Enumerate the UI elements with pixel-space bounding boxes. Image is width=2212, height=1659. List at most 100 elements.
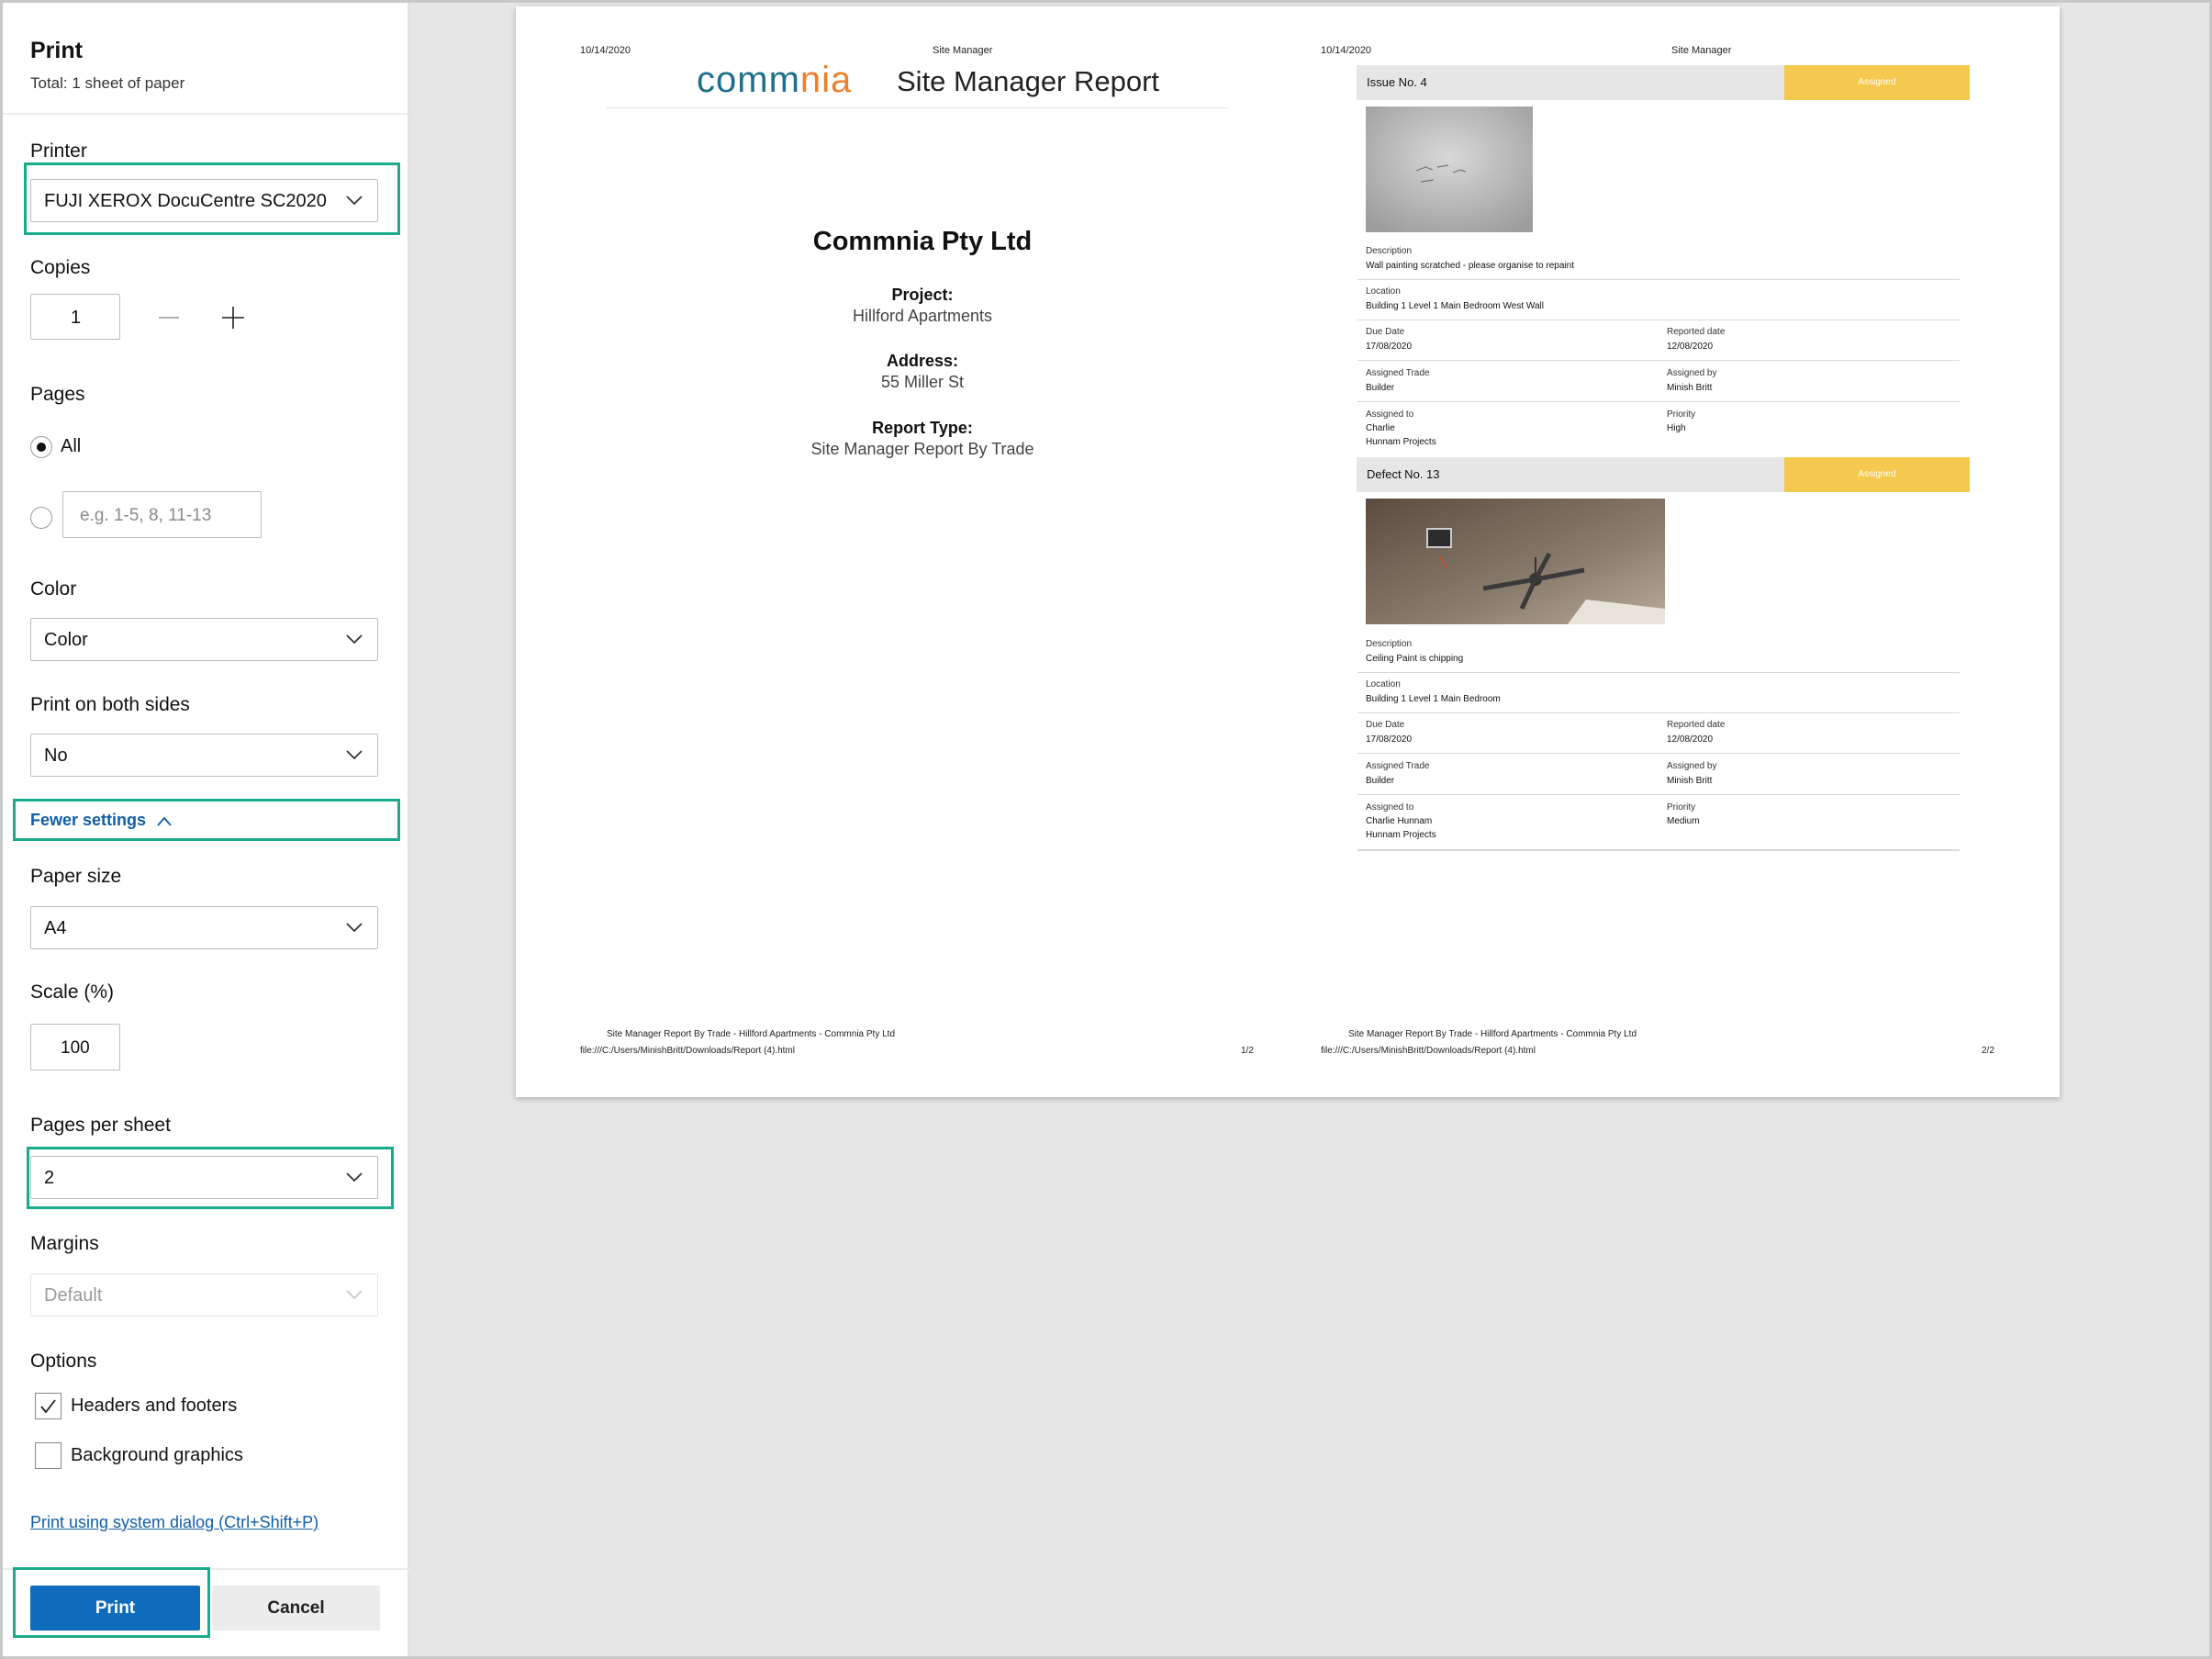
system-dialog-link[interactable]: Print using system dialog (Ctrl+Shift+P) <box>30 1513 318 1532</box>
printer-select[interactable]: FUJI XEROX DocuCentre SC2020 <box>30 179 378 222</box>
issue-trade-label: Assigned Trade <box>1366 368 1430 378</box>
page2-date: 10/14/2020 <box>1321 45 1372 56</box>
report-type-label: Report Type: <box>872 419 973 437</box>
chevron-down-icon <box>346 1290 363 1300</box>
copies-input[interactable]: 1 <box>30 294 120 340</box>
report-type-value: Site Manager Report By Trade <box>810 440 1034 458</box>
divider <box>1357 401 1960 402</box>
sheet-total: Total: 1 sheet of paper <box>30 74 185 92</box>
chevron-down-icon <box>346 196 363 206</box>
increment-icon[interactable] <box>220 305 246 331</box>
issue-assigned-company: Hunnam Projects <box>1366 437 1436 447</box>
pages-per-sheet-label: Pages per sheet <box>30 1115 171 1136</box>
page1-date: 10/14/2020 <box>580 45 631 56</box>
defect-description-label: Description <box>1366 639 1413 649</box>
defect-location-label: Location <box>1366 679 1401 689</box>
chevron-down-icon <box>346 1172 363 1183</box>
printer-label: Printer <box>30 140 87 162</box>
copies-label: Copies <box>30 257 91 278</box>
divider <box>1357 319 1960 320</box>
pages-all-label: All <box>61 436 82 456</box>
defect-trade: Builder <box>1366 776 1395 786</box>
issue-photo <box>1366 106 1533 232</box>
margins-label: Margins <box>30 1233 99 1254</box>
issue-due: 17/08/2020 <box>1366 342 1413 352</box>
page2-footer-title: Site Manager Report By Trade - Hillford … <box>1348 1029 1637 1039</box>
print-settings-panel: Print Total: 1 sheet of paper Printer FU… <box>3 3 409 1656</box>
defect-photo <box>1366 499 1665 624</box>
print-preview-sheet: 10/14/2020 Site Manager commnia Site Man… <box>516 6 2060 1097</box>
dialog-title: Print <box>30 38 83 63</box>
paper-size-label: Paper size <box>30 866 122 887</box>
pages-range-input[interactable]: e.g. 1-5, 8, 11-13 <box>62 491 262 538</box>
issue-priority-label: Priority <box>1667 409 1696 420</box>
issue-description: Wall painting scratched - please organis… <box>1366 261 1574 271</box>
defect-priority: Medium <box>1667 816 1700 826</box>
color-select[interactable]: Color <box>30 618 378 661</box>
divider <box>1357 360 1960 361</box>
chevron-up-icon <box>157 816 172 826</box>
pages-per-sheet-select[interactable]: 2 <box>30 1156 378 1199</box>
background-graphics-label: Background graphics <box>71 1445 243 1465</box>
pages-all-radio[interactable] <box>30 436 52 458</box>
issue-assigned-by: Minish Britt <box>1667 383 1713 393</box>
defect-trade-label: Assigned Trade <box>1366 761 1430 771</box>
issue-trade: Builder <box>1366 383 1395 393</box>
checkmark-icon <box>40 1399 56 1414</box>
defect-reported: 12/08/2020 <box>1667 734 1714 745</box>
divider <box>1357 849 1960 851</box>
commnia-logo: commnia <box>697 60 852 101</box>
scale-label: Scale (%) <box>30 981 115 1003</box>
defect-assigned-by: Minish Britt <box>1667 776 1713 786</box>
divider <box>3 113 409 115</box>
issue-due-label: Due Date <box>1366 327 1405 337</box>
paper-size-value: A4 <box>44 918 67 938</box>
paper-size-select[interactable]: A4 <box>30 906 378 949</box>
defect-status-badge: Assigned <box>1784 457 1970 492</box>
pages-range-placeholder: e.g. 1-5, 8, 11-13 <box>80 506 212 525</box>
address-label: Address: <box>886 352 959 370</box>
page2-footer-url: file:///C:/Users/MinishBritt/Downloads/R… <box>1321 1046 1536 1056</box>
headers-footers-label: Headers and footers <box>71 1396 238 1416</box>
divider <box>1357 672 1960 673</box>
scale-input[interactable]: 100 <box>30 1024 120 1071</box>
issue-header: Issue No. 4 Assigned <box>1357 65 1970 100</box>
decrement-icon[interactable] <box>156 307 182 329</box>
color-value: Color <box>44 630 88 650</box>
divider <box>1357 753 1960 754</box>
defect-assigned-by-label: Assigned by <box>1667 761 1717 771</box>
title-divider <box>606 107 1228 108</box>
divider <box>1357 279 1960 280</box>
issue-location-label: Location <box>1366 286 1401 297</box>
duplex-select[interactable]: No <box>30 734 378 777</box>
issue-name: Issue No. 4 <box>1367 75 1427 89</box>
project-value: Hillford Apartments <box>852 307 993 325</box>
defect-due-label: Due Date <box>1366 720 1405 730</box>
pages-label: Pages <box>30 384 85 405</box>
company-name: Commnia Pty Ltd <box>812 227 1033 256</box>
print-button[interactable]: Print <box>30 1586 200 1631</box>
cancel-button[interactable]: Cancel <box>212 1586 380 1631</box>
issue-location: Building 1 Level 1 Main Bedroom West Wal… <box>1366 301 1544 311</box>
margins-select: Default <box>30 1273 378 1317</box>
page2-header-title: Site Manager <box>1671 45 1732 56</box>
page1-number: 1/2 <box>1241 1046 1254 1056</box>
headers-footers-checkbox[interactable] <box>35 1393 61 1419</box>
copies-value: 1 <box>71 308 82 328</box>
scale-value: 100 <box>61 1038 90 1058</box>
address-value: 55 Miller St <box>880 373 965 391</box>
fewer-settings-toggle[interactable]: Fewer settings <box>30 811 173 830</box>
defect-assigned-to-label: Assigned to <box>1366 802 1414 813</box>
pages-per-sheet-value: 2 <box>44 1168 55 1188</box>
background-graphics-checkbox[interactable] <box>35 1442 61 1469</box>
fewer-settings-label: Fewer settings <box>30 811 147 829</box>
issue-description-label: Description <box>1366 246 1413 256</box>
chevron-down-icon <box>346 634 363 645</box>
logo-text: commnia <box>697 60 853 100</box>
pages-range-radio[interactable] <box>30 507 52 529</box>
defect-location: Building 1 Level 1 Main Bedroom <box>1366 694 1501 704</box>
divider <box>1357 794 1960 795</box>
page1-footer-title: Site Manager Report By Trade - Hillford … <box>607 1029 896 1039</box>
color-label: Color <box>30 578 77 600</box>
duplex-label: Print on both sides <box>30 694 190 715</box>
